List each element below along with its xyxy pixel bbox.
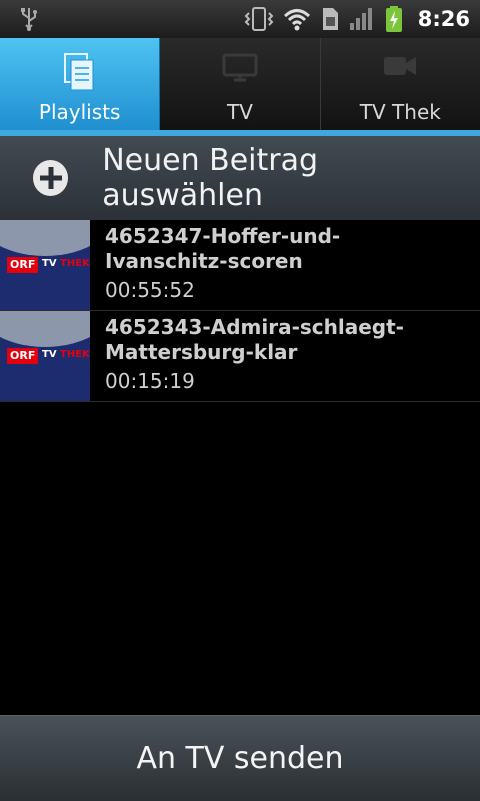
thek-logo-text: THEK bbox=[60, 258, 90, 269]
tab-playlists[interactable]: Playlists bbox=[0, 38, 161, 130]
usb-icon bbox=[21, 8, 37, 31]
tv-icon bbox=[222, 53, 258, 82]
item-title: 4652343-Admira-schlaegt-Mattersburg-klar bbox=[105, 315, 404, 364]
list-item[interactable]: ORF TV THEK 4652343-Admira-schlaegt-Matt… bbox=[0, 311, 480, 402]
add-item-label: Neuen Beitrag auswählen bbox=[102, 143, 319, 213]
orf-tvthek-thumbnail: ORF TV THEK bbox=[0, 311, 90, 401]
tab-label: TV Thek bbox=[359, 100, 441, 124]
tv-logo-text: TV bbox=[42, 349, 57, 360]
orf-logo: ORF bbox=[7, 257, 39, 273]
playlist-list: ORF TV THEK 4652347-Hoffer-und-Ivanschit… bbox=[0, 220, 480, 402]
plus-icon bbox=[33, 160, 69, 196]
item-duration: 00:55:52 bbox=[105, 278, 195, 302]
orf-logo: ORF bbox=[7, 348, 39, 364]
send-to-tv-label: An TV senden bbox=[136, 741, 344, 776]
tab-bar: Playlists TV TV Thek bbox=[0, 38, 480, 130]
signal-icon bbox=[348, 6, 376, 32]
tv-logo-text: TV bbox=[42, 258, 57, 269]
thek-logo-text: THEK bbox=[60, 349, 90, 360]
add-item-button[interactable]: Neuen Beitrag auswählen bbox=[0, 136, 480, 220]
item-title: 4652347-Hoffer-und-Ivanschitz-scoren bbox=[105, 224, 341, 273]
item-duration: 00:15:19 bbox=[105, 369, 195, 393]
vibrate-icon bbox=[244, 6, 274, 32]
status-bar: 8:26 bbox=[0, 0, 480, 39]
tab-label: TV bbox=[227, 100, 253, 124]
orf-tvthek-thumbnail: ORF TV THEK bbox=[0, 220, 90, 310]
playlist-icon bbox=[63, 53, 94, 91]
clock: 8:26 bbox=[417, 7, 470, 31]
list-item[interactable]: ORF TV THEK 4652347-Hoffer-und-Ivanschit… bbox=[0, 220, 480, 311]
tab-tv-thek[interactable]: TV Thek bbox=[320, 38, 480, 130]
battery-charging-icon bbox=[384, 6, 404, 32]
tab-tv[interactable]: TV bbox=[160, 38, 321, 130]
tab-label: Playlists bbox=[38, 100, 121, 124]
sim-icon bbox=[320, 6, 340, 32]
video-camera-icon bbox=[384, 57, 417, 75]
wifi-icon bbox=[282, 6, 312, 32]
send-to-tv-button[interactable]: An TV senden bbox=[0, 715, 480, 801]
